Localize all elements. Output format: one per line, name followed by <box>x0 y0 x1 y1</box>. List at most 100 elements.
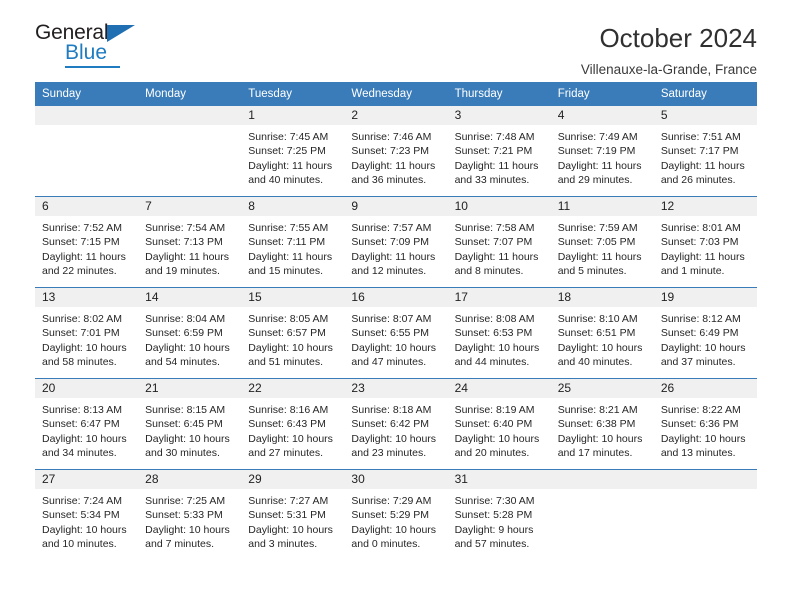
calendar-day-cell[interactable]: 1 Sunrise: 7:45 AM Sunset: 7:25 PM Daylight… <box>241 106 345 197</box>
day-number: 18 <box>550 288 654 307</box>
calendar-day-cell[interactable]: 6 Sunrise: 7:52 AM Sunset: 7:15 PM Daylight… <box>35 196 139 288</box>
calendar-day-cell[interactable]: 4 Sunrise: 7:49 AM Sunset: 7:19 PM Daylight… <box>550 106 654 197</box>
day-sun-info: Sunrise: 8:21 AM Sunset: 6:38 PM Daylight:… <box>551 398 654 461</box>
day-info-daylight1: Daylight: 10 hours <box>145 432 230 445</box>
calendar-week-row: 6 Sunrise: 7:52 AM Sunset: 7:15 PM Daylight… <box>35 196 757 288</box>
day-info-daylight1: Daylight: 11 hours <box>351 159 436 172</box>
calendar-day-cell[interactable]: 18 Sunrise: 8:10 AM Sunset: 6:51 PM Dayligh… <box>550 287 654 379</box>
calendar-day-cell[interactable]: 22 Sunrise: 8:16 AM Sunset: 6:43 PM Dayligh… <box>241 378 345 470</box>
day-info-sunrise: Sunrise: 8:18 AM <box>351 404 432 416</box>
calendar-day-cell[interactable]: 25 Sunrise: 8:21 AM Sunset: 6:38 PM Dayligh… <box>550 378 654 470</box>
calendar-day-cell[interactable]: 21 Sunrise: 8:15 AM Sunset: 6:45 PM Dayligh… <box>138 378 242 470</box>
day-cell-inner: 22 Sunrise: 8:16 AM Sunset: 6:43 PM Dayligh… <box>241 379 345 469</box>
calendar-day-cell[interactable]: 27 Sunrise: 7:24 AM Sunset: 5:34 PM Dayligh… <box>35 469 139 560</box>
day-info-daylight1: Daylight: 10 hours <box>42 432 127 445</box>
day-info-daylight1: Daylight: 10 hours <box>557 432 643 445</box>
day-info-daylight1: Daylight: 11 hours <box>557 250 642 263</box>
day-sun-info: Sunrise: 7:59 AM Sunset: 7:05 PM Daylight:… <box>551 216 654 279</box>
day-info-sunset: Sunset: 7:13 PM <box>145 236 223 249</box>
day-info-sunrise: Sunrise: 7:57 AM <box>351 222 432 234</box>
day-info-sunrise: Sunrise: 7:59 AM <box>557 222 638 234</box>
day-info-daylight1: Daylight: 11 hours <box>660 159 745 172</box>
day-info-daylight1: Daylight: 9 hours <box>454 523 534 536</box>
day-info-sunrise: Sunrise: 7:51 AM <box>660 131 741 143</box>
calendar-body: 1 Sunrise: 7:45 AM Sunset: 7:25 PM Daylight… <box>35 106 757 560</box>
calendar-day-cell[interactable]: 24 Sunrise: 8:19 AM Sunset: 6:40 PM Dayligh… <box>447 378 551 470</box>
calendar-day-cell[interactable]: 7 Sunrise: 7:54 AM Sunset: 7:13 PM Daylight… <box>138 196 242 288</box>
calendar-day-cell[interactable]: 15 Sunrise: 8:05 AM Sunset: 6:57 PM Dayligh… <box>241 287 345 379</box>
day-info-sunrise: Sunrise: 8:05 AM <box>248 313 329 325</box>
calendar-day-cell[interactable]: 5 Sunrise: 7:51 AM Sunset: 7:17 PM Daylight… <box>653 106 757 197</box>
day-cell-inner: 15 Sunrise: 8:05 AM Sunset: 6:57 PM Dayligh… <box>241 288 345 378</box>
day-number: 9 <box>344 197 448 216</box>
calendar-day-cell[interactable]: 31 Sunrise: 7:30 AM Sunset: 5:28 PM Dayligh… <box>447 469 551 560</box>
day-number: 11 <box>550 197 654 216</box>
day-info-daylight2: and 19 minutes. <box>145 265 220 278</box>
calendar-day-cell[interactable]: 9 Sunrise: 7:57 AM Sunset: 7:09 PM Daylight… <box>344 196 448 288</box>
day-info-daylight2: and 36 minutes. <box>351 174 427 187</box>
day-number: 7 <box>138 197 242 216</box>
day-cell-inner: 28 Sunrise: 7:25 AM Sunset: 5:33 PM Dayligh… <box>138 470 242 560</box>
day-sun-info: Sunrise: 8:16 AM Sunset: 6:43 PM Daylight:… <box>241 398 344 461</box>
day-info-sunrise: Sunrise: 8:04 AM <box>145 313 226 325</box>
calendar-day-cell[interactable]: 23 Sunrise: 8:18 AM Sunset: 6:42 PM Dayligh… <box>344 378 448 470</box>
calendar-day-cell[interactable]: 8 Sunrise: 7:55 AM Sunset: 7:11 PM Daylight… <box>241 196 345 288</box>
weekday-header-tuesday: Tuesday <box>241 82 345 106</box>
day-info-sunrise: Sunrise: 7:29 AM <box>351 495 432 507</box>
calendar-day-cell[interactable]: 17 Sunrise: 8:08 AM Sunset: 6:53 PM Dayligh… <box>447 287 551 379</box>
calendar-week-row: 27 Sunrise: 7:24 AM Sunset: 5:34 PM Dayligh… <box>35 469 757 560</box>
calendar-week-row: 20 Sunrise: 8:13 AM Sunset: 6:47 PM Dayligh… <box>35 378 757 470</box>
calendar-day-cell[interactable]: 12 Sunrise: 8:01 AM Sunset: 7:03 PM Dayligh… <box>653 196 757 288</box>
day-info-sunset: Sunset: 6:51 PM <box>557 327 636 340</box>
day-info-sunrise: Sunrise: 8:16 AM <box>248 404 329 416</box>
day-cell-inner: 31 Sunrise: 7:30 AM Sunset: 5:28 PM Dayligh… <box>447 470 551 560</box>
day-info-sunrise: Sunrise: 7:48 AM <box>454 131 535 143</box>
day-number: 10 <box>447 197 551 216</box>
day-info-sunset: Sunset: 6:42 PM <box>351 418 430 431</box>
calendar-day-cell[interactable]: 11 Sunrise: 7:59 AM Sunset: 7:05 PM Dayligh… <box>550 196 654 288</box>
calendar-day-cell[interactable]: 29 Sunrise: 7:27 AM Sunset: 5:31 PM Dayligh… <box>241 469 345 560</box>
weekday-header-monday: Monday <box>138 82 242 106</box>
calendar-day-cell[interactable]: 14 Sunrise: 8:04 AM Sunset: 6:59 PM Dayligh… <box>138 287 242 379</box>
calendar-day-cell[interactable]: 13 Sunrise: 8:02 AM Sunset: 7:01 PM Dayligh… <box>35 287 139 379</box>
day-number: 29 <box>241 470 345 489</box>
day-sun-info: Sunrise: 7:49 AM Sunset: 7:19 PM Daylight:… <box>551 125 654 188</box>
day-sun-info: Sunrise: 7:54 AM Sunset: 7:13 PM Daylight:… <box>138 216 241 279</box>
day-info-daylight2: and 26 minutes. <box>660 174 736 187</box>
calendar-day-cell-empty <box>138 106 242 197</box>
day-sun-info: Sunrise: 7:52 AM Sunset: 7:15 PM Daylight:… <box>35 216 138 279</box>
calendar-day-cell[interactable]: 3 Sunrise: 7:48 AM Sunset: 7:21 PM Daylight… <box>447 106 551 197</box>
general-blue-logo: General Blue <box>35 22 150 68</box>
day-info-daylight1: Daylight: 11 hours <box>248 159 333 172</box>
day-number: 13 <box>35 288 139 307</box>
day-info-daylight1: Daylight: 10 hours <box>454 432 540 445</box>
day-info-daylight1: Daylight: 10 hours <box>145 341 230 354</box>
day-info-daylight2: and 3 minutes. <box>248 538 318 551</box>
calendar-day-cell[interactable]: 20 Sunrise: 8:13 AM Sunset: 6:47 PM Dayligh… <box>35 378 139 470</box>
day-info-daylight1: Daylight: 10 hours <box>351 432 437 445</box>
day-info-daylight2: and 5 minutes. <box>557 265 627 278</box>
day-sun-info: Sunrise: 7:27 AM Sunset: 5:31 PM Daylight:… <box>241 489 344 552</box>
day-info-sunset: Sunset: 6:47 PM <box>42 418 120 431</box>
day-number: 8 <box>241 197 345 216</box>
day-info-sunset: Sunset: 6:53 PM <box>454 327 533 340</box>
day-sun-info: Sunrise: 8:10 AM Sunset: 6:51 PM Daylight:… <box>551 307 654 370</box>
day-sun-info: Sunrise: 7:29 AM Sunset: 5:29 PM Daylight:… <box>344 489 447 552</box>
day-sun-info: Sunrise: 7:30 AM Sunset: 5:28 PM Daylight:… <box>448 489 551 552</box>
day-number: 1 <box>241 106 345 125</box>
day-info-sunset: Sunset: 7:17 PM <box>660 145 739 158</box>
calendar-day-cell[interactable]: 28 Sunrise: 7:25 AM Sunset: 5:33 PM Dayligh… <box>138 469 242 560</box>
calendar-day-cell[interactable]: 16 Sunrise: 8:07 AM Sunset: 6:55 PM Dayligh… <box>344 287 448 379</box>
page-header: General Blue October 2024 Villenauxe-la-… <box>35 0 757 77</box>
calendar-day-cell[interactable]: 19 Sunrise: 8:12 AM Sunset: 6:49 PM Dayligh… <box>653 287 757 379</box>
day-info-daylight2: and 58 minutes. <box>42 356 117 369</box>
day-sun-info: Sunrise: 8:12 AM Sunset: 6:49 PM Daylight:… <box>654 307 757 370</box>
day-info-sunset: Sunset: 5:28 PM <box>454 509 533 522</box>
calendar-day-cell-empty <box>550 469 654 560</box>
calendar-day-cell-empty <box>653 469 757 560</box>
day-number: 26 <box>653 379 757 398</box>
calendar-day-cell[interactable]: 26 Sunrise: 8:22 AM Sunset: 6:36 PM Dayligh… <box>653 378 757 470</box>
calendar-day-cell[interactable]: 30 Sunrise: 7:29 AM Sunset: 5:29 PM Dayligh… <box>344 469 448 560</box>
calendar-day-cell[interactable]: 10 Sunrise: 7:58 AM Sunset: 7:07 PM Dayligh… <box>447 196 551 288</box>
calendar-day-cell[interactable]: 2 Sunrise: 7:46 AM Sunset: 7:23 PM Daylight… <box>344 106 448 197</box>
